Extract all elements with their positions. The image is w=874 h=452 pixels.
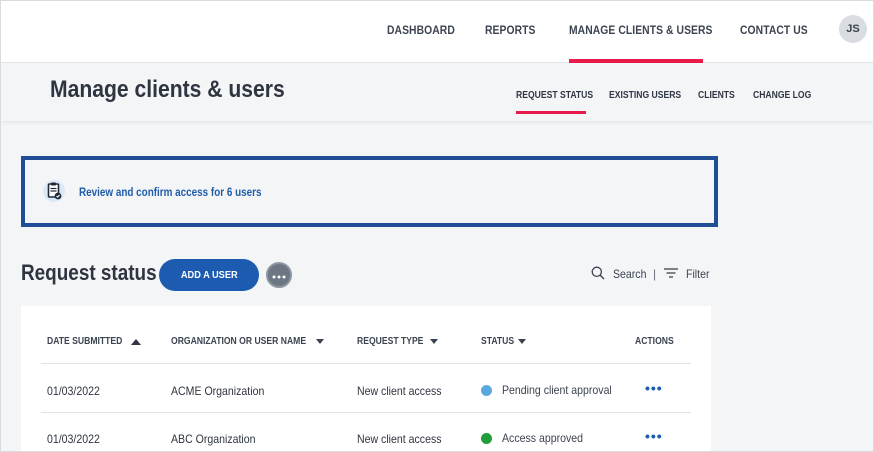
table-cell-name[interactable]: ABC Organization: [171, 432, 256, 446]
nav-dashboard[interactable]: DASHBOARD: [387, 23, 455, 37]
column-header-request-type[interactable]: REQUEST TYPE: [357, 336, 439, 347]
subtab-active-indicator: [516, 111, 586, 114]
add-user-button[interactable]: ADD A USER: [159, 259, 259, 291]
app-frame: DASHBOARD REPORTS MANAGE CLIENTS & USERS…: [0, 0, 874, 452]
filter-button[interactable]: Filter: [686, 267, 709, 281]
column-header-date[interactable]: DATE SUBMITTED: [47, 336, 141, 347]
column-header-actions: ACTIONS: [635, 336, 680, 347]
column-header-status[interactable]: STATUS: [481, 336, 526, 347]
table-cell-request-type: New client access: [357, 432, 442, 446]
column-label: STATUS: [481, 336, 515, 347]
tab-existing-users[interactable]: EXISTING USERS: [609, 90, 681, 101]
nav-contact-us[interactable]: CONTACT US: [740, 23, 808, 37]
status-badge: Pending client approval: [481, 383, 627, 397]
search-button[interactable]: Search: [613, 267, 646, 281]
status-dot-icon: [481, 432, 492, 444]
search-filter-bar: Search | Filter: [591, 264, 713, 284]
page-header: Manage clients & users REQUEST STATUS EX…: [1, 63, 873, 121]
request-table: DATE SUBMITTED ORGANIZATION OR USER NAME…: [21, 306, 711, 451]
sort-ascending-icon: [130, 338, 141, 345]
sort-descending-icon: [430, 339, 439, 344]
status-text: Pending client approval: [502, 383, 612, 397]
add-user-label: ADD A USER: [180, 269, 238, 281]
table-cell-name[interactable]: ACME Organization: [171, 384, 264, 398]
more-horizontal-icon: [272, 266, 286, 284]
table-cell-date: 01/03/2022: [47, 432, 100, 446]
clipboard-check-icon: [42, 179, 66, 203]
row-actions-button[interactable]: •••: [645, 428, 663, 444]
nav-reports[interactable]: REPORTS: [485, 23, 535, 37]
tab-clients[interactable]: CLIENTS: [698, 90, 735, 101]
column-label: DATE SUBMITTED: [47, 336, 123, 347]
tab-request-status[interactable]: REQUEST STATUS: [516, 90, 593, 101]
divider: [41, 363, 691, 364]
nav-manage-clients-users[interactable]: MANAGE CLIENTS & USERS: [569, 23, 713, 37]
banner-message[interactable]: Review and confirm access for 6 users: [79, 187, 262, 199]
divider: [41, 412, 691, 413]
column-label: REQUEST TYPE: [357, 336, 424, 347]
sort-descending-icon: [316, 339, 325, 344]
tab-change-log[interactable]: CHANGE LOG: [753, 90, 811, 101]
section-title: Request status: [21, 260, 157, 285]
table-cell-request-type: New client access: [357, 384, 442, 398]
column-header-name[interactable]: ORGANIZATION OR USER NAME: [171, 336, 325, 347]
filter-icon[interactable]: [664, 267, 679, 282]
status-dot-icon: [481, 384, 492, 396]
separator: |: [653, 267, 657, 281]
user-avatar[interactable]: JS: [839, 15, 867, 43]
sort-descending-icon: [517, 339, 526, 344]
column-label: ORGANIZATION OR USER NAME: [171, 336, 307, 347]
page-title: Manage clients & users: [50, 76, 285, 103]
top-navigation: DASHBOARD REPORTS MANAGE CLIENTS & USERS…: [1, 1, 873, 63]
more-options-button[interactable]: [266, 262, 292, 288]
review-banner[interactable]: Review and confirm access for 6 users: [21, 156, 718, 227]
status-text: Access approved: [502, 431, 584, 445]
column-label: ACTIONS: [635, 336, 674, 347]
table-cell-date: 01/03/2022: [47, 384, 100, 398]
search-icon[interactable]: [591, 266, 605, 283]
row-actions-button[interactable]: •••: [645, 380, 663, 396]
status-badge: Access approved: [481, 431, 594, 445]
